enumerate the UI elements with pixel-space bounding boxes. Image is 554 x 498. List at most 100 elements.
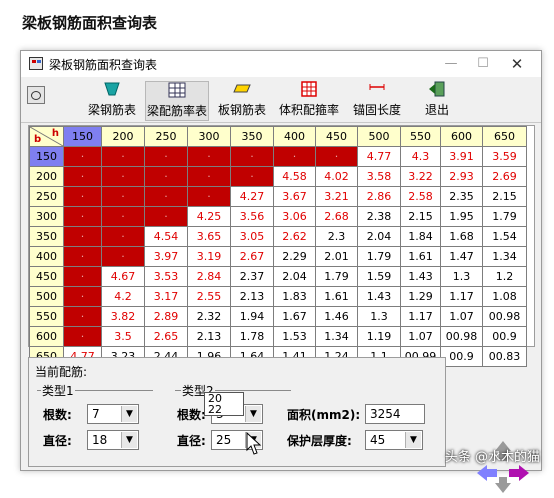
ratio-cell[interactable]: 3.5 xyxy=(101,326,145,347)
over-reinforced-cell[interactable]: · xyxy=(63,266,102,287)
ratio-cell[interactable]: 4.3 xyxy=(400,146,441,167)
ratio-cell[interactable]: 1.43 xyxy=(357,286,401,307)
over-reinforced-cell[interactable]: · xyxy=(230,166,274,187)
ratio-cell[interactable]: 2.15 xyxy=(400,206,441,227)
dropdown-option[interactable]: 22 xyxy=(205,404,243,415)
minimize-button[interactable]: — xyxy=(437,54,465,74)
over-reinforced-cell[interactable]: · xyxy=(63,306,102,327)
tool-anchor-length[interactable]: 锚固长度 xyxy=(349,81,405,121)
over-reinforced-cell[interactable]: · xyxy=(101,226,145,247)
ratio-cell[interactable]: 4.77 xyxy=(357,146,401,167)
column-header-h[interactable]: 200 xyxy=(101,126,145,147)
ratio-cell[interactable]: 4.25 xyxy=(187,206,231,227)
ratio-cell[interactable]: 4.54 xyxy=(144,226,188,247)
ratio-cell[interactable]: 2.38 xyxy=(357,206,401,227)
close-button[interactable]: ✕ xyxy=(503,54,531,74)
row-header-b[interactable]: 600 xyxy=(29,326,64,347)
over-reinforced-cell[interactable]: · xyxy=(273,146,316,167)
ratio-cell[interactable]: 2.89 xyxy=(144,306,188,327)
ratio-cell[interactable]: 1.19 xyxy=(357,326,401,347)
over-reinforced-cell[interactable]: · xyxy=(101,166,145,187)
over-reinforced-cell[interactable]: · xyxy=(63,146,102,167)
ratio-cell[interactable]: 1.54 xyxy=(482,226,527,247)
ratio-cell[interactable]: 1.61 xyxy=(315,286,358,307)
rebar-ratio-table[interactable]: b h 150 200 250 300 350 400 450 500 550 600 650 150 · ·… xyxy=(28,125,535,367)
ratio-cell[interactable]: 3.21 xyxy=(315,186,358,207)
row-header-b[interactable]: 500 xyxy=(29,286,64,307)
over-reinforced-cell[interactable]: · xyxy=(101,186,145,207)
ratio-cell[interactable]: 2.68 xyxy=(315,206,358,227)
ratio-cell[interactable]: 2.67 xyxy=(230,246,274,267)
over-reinforced-cell[interactable]: · xyxy=(187,166,231,187)
ratio-cell[interactable]: 1.17 xyxy=(440,286,483,307)
type1-count-select[interactable]: 7 ▼ xyxy=(87,404,139,424)
ratio-cell[interactable]: 1.94 xyxy=(230,306,274,327)
ratio-cell[interactable]: 3.65 xyxy=(187,226,231,247)
ratio-cell[interactable]: 1.95 xyxy=(440,206,483,227)
ratio-cell[interactable]: 1.78 xyxy=(230,326,274,347)
ratio-cell[interactable]: 1.67 xyxy=(273,306,316,327)
area-field[interactable]: 3254 xyxy=(365,404,425,424)
column-header-h[interactable]: 600 xyxy=(440,126,483,147)
row-header-b[interactable]: 400 xyxy=(29,246,64,267)
row-header-b[interactable]: 250 xyxy=(29,186,64,207)
ratio-cell[interactable]: 2.37 xyxy=(230,266,274,287)
ratio-cell[interactable]: 00.9 xyxy=(482,326,527,347)
ratio-cell[interactable]: 1.79 xyxy=(482,206,527,227)
over-reinforced-cell[interactable]: · xyxy=(144,206,188,227)
ratio-cell[interactable]: 1.07 xyxy=(400,326,441,347)
over-reinforced-cell[interactable]: · xyxy=(101,246,145,267)
ratio-cell[interactable]: 2.13 xyxy=(230,286,274,307)
ratio-cell[interactable]: 2.86 xyxy=(357,186,401,207)
ratio-cell[interactable]: 00.98 xyxy=(482,306,527,327)
ratio-cell[interactable]: 3.58 xyxy=(357,166,401,187)
ratio-cell[interactable]: 1.61 xyxy=(400,246,441,267)
ratio-cell[interactable]: 2.04 xyxy=(273,266,316,287)
ratio-cell[interactable]: 3.91 xyxy=(440,146,483,167)
tool-beam-rebar[interactable]: 梁钢筋表 xyxy=(83,81,141,121)
ratio-cell[interactable]: 2.93 xyxy=(440,166,483,187)
over-reinforced-cell[interactable]: · xyxy=(144,166,188,187)
column-header-h[interactable]: 350 xyxy=(230,126,274,147)
row-header-b[interactable]: 350 xyxy=(29,226,64,247)
column-header-h[interactable]: 650 xyxy=(482,126,527,147)
chevron-down-icon[interactable]: ▼ xyxy=(245,406,261,422)
chevron-down-icon[interactable]: ▼ xyxy=(405,432,421,448)
ratio-cell[interactable]: 1.79 xyxy=(357,246,401,267)
over-reinforced-cell[interactable]: · xyxy=(63,326,102,347)
ratio-cell[interactable]: 1.07 xyxy=(440,306,483,327)
tool-exit[interactable]: 退出 xyxy=(417,81,457,121)
ratio-cell[interactable]: 1.34 xyxy=(482,246,527,267)
row-header-b[interactable]: 450 xyxy=(29,266,64,287)
ratio-cell[interactable]: 4.27 xyxy=(230,186,274,207)
column-header-h[interactable]: 400 xyxy=(273,126,316,147)
column-header-h[interactable]: 550 xyxy=(400,126,441,147)
column-header-h[interactable]: 150 xyxy=(63,126,102,147)
over-reinforced-cell[interactable]: · xyxy=(230,146,274,167)
ratio-cell[interactable]: 1.17 xyxy=(400,306,441,327)
ratio-cell[interactable]: 2.29 xyxy=(273,246,316,267)
over-reinforced-cell[interactable]: · xyxy=(63,226,102,247)
over-reinforced-cell[interactable]: · xyxy=(101,206,145,227)
diameter-dropdown-list[interactable]: 20 22 xyxy=(204,392,244,416)
tool-beam-ratio[interactable]: 梁配筋率表 xyxy=(145,81,209,121)
over-reinforced-cell[interactable]: · xyxy=(63,286,102,307)
ratio-cell[interactable]: 3.82 xyxy=(101,306,145,327)
ratio-cell[interactable]: 1.3 xyxy=(357,306,401,327)
ratio-cell[interactable]: 4.02 xyxy=(315,166,358,187)
printer-icon[interactable] xyxy=(27,86,45,104)
over-reinforced-cell[interactable]: · xyxy=(144,146,188,167)
over-reinforced-cell[interactable]: · xyxy=(101,146,145,167)
ratio-cell[interactable]: 3.05 xyxy=(230,226,274,247)
ratio-cell[interactable]: 1.3 xyxy=(440,266,483,287)
over-reinforced-cell[interactable]: · xyxy=(187,146,231,167)
ratio-cell[interactable]: 3.22 xyxy=(400,166,441,187)
ratio-cell[interactable]: 1.43 xyxy=(400,266,441,287)
ratio-cell[interactable]: 3.97 xyxy=(144,246,188,267)
chevron-down-icon[interactable]: ▼ xyxy=(121,406,137,422)
row-header-b[interactable]: 200 xyxy=(29,166,64,187)
ratio-cell[interactable]: 00.98 xyxy=(440,326,483,347)
ratio-cell[interactable]: 2.69 xyxy=(482,166,527,187)
ratio-cell[interactable]: 2.55 xyxy=(187,286,231,307)
tool-slab-rebar[interactable]: 板钢筋表 xyxy=(213,81,271,121)
